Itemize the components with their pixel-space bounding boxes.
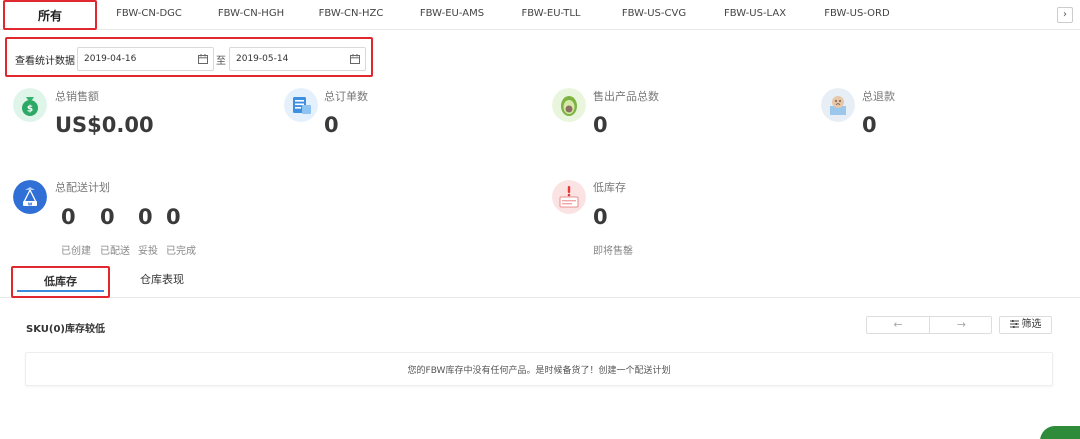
next-page-button[interactable]: → <box>930 317 993 333</box>
products-sold-label: 售出产品总数 <box>593 90 659 103</box>
tab-fbw-cn-dgc[interactable]: FBW-CN-DGC <box>104 0 194 30</box>
end-date-value: 2019-05-14 <box>236 54 289 64</box>
total-refunds-value: 0 <box>862 113 877 137</box>
total-orders-label: 总订单数 <box>324 90 368 103</box>
tab-fbw-us-cvg[interactable]: FBW-US-CVG <box>609 0 699 30</box>
tabs-next-button[interactable]: › <box>1057 7 1073 23</box>
tab-warehouse-performance[interactable]: 仓库表现 <box>120 266 204 298</box>
shipping-shipped-label: 已配送 <box>100 246 130 257</box>
total-orders-value: 0 <box>324 113 339 137</box>
shipping-completed-label: 已完成 <box>166 246 196 257</box>
tab-fbw-cn-hzc[interactable]: FBW-CN-HZC <box>306 0 396 30</box>
avocado-icon <box>552 88 586 122</box>
tab-fbw-eu-ams[interactable]: FBW-EU-AMS <box>407 0 497 30</box>
empty-state-message: 您的FBW库存中没有任何产品。是时候备货了！创建一个配送计划 <box>407 366 671 376</box>
help-chat-button[interactable] <box>1040 426 1080 439</box>
tab-fbw-eu-tll[interactable]: FBW-EU-TLL <box>506 0 596 30</box>
low-stock-alert-icon <box>552 180 586 214</box>
money-bag-icon: $ <box>13 88 47 122</box>
low-stock-value: 0 <box>593 205 608 229</box>
shipping-delivered-label: 妥投 <box>138 246 158 257</box>
shipping-created-label: 已创建 <box>61 246 91 257</box>
shipping-delivered-value: 0 <box>138 205 153 229</box>
active-tab-indicator <box>17 290 104 292</box>
date-filter: 查看统计数据 2019-04-16 至 2019-05-14 <box>5 37 373 77</box>
prev-page-button[interactable]: ← <box>867 317 930 333</box>
shipping-created-value: 0 <box>61 205 76 229</box>
tab-all[interactable]: 所有 <box>3 0 97 30</box>
filter-button[interactable]: 筛选 <box>999 316 1052 334</box>
shipping-plans-label: 总配送计划 <box>55 181 110 194</box>
order-list-icon <box>284 88 318 122</box>
start-date-value: 2019-04-16 <box>84 54 137 64</box>
tab-low-stock[interactable]: 低库存 <box>11 266 110 298</box>
sku-section-title: SKU(0)库存较低 <box>26 324 105 335</box>
tab-fbw-us-ord[interactable]: FBW-US-ORD <box>812 0 902 30</box>
warehouse-tab-bar: 所有 FBW-CN-DGC FBW-CN-HGH FBW-CN-HZC FBW-… <box>0 0 1080 30</box>
total-sales-label: 总销售额 <box>55 90 99 103</box>
tab-low-stock-label: 低库存 <box>44 275 77 288</box>
delivery-icon: w <box>13 180 47 214</box>
filter-button-label: 筛选 <box>1021 319 1042 330</box>
calendar-icon <box>198 54 208 64</box>
tab-fbw-us-lax[interactable]: FBW-US-LAX <box>710 0 800 30</box>
total-sales-value: US$0.00 <box>55 113 154 137</box>
svg-text:w: w <box>28 202 33 208</box>
tab-fbw-cn-hgh[interactable]: FBW-CN-HGH <box>206 0 296 30</box>
end-date-input[interactable]: 2019-05-14 <box>229 47 366 71</box>
date-separator: 至 <box>216 56 226 67</box>
low-stock-label: 低库存 <box>593 181 626 194</box>
products-sold-value: 0 <box>593 113 608 137</box>
low-stock-sublabel: 即将售罄 <box>593 246 633 257</box>
refund-box-icon <box>821 88 855 122</box>
date-filter-label: 查看统计数据 <box>15 56 75 67</box>
filter-sliders-icon <box>1009 320 1019 328</box>
shipping-completed-value: 0 <box>166 205 181 229</box>
shipping-shipped-value: 0 <box>100 205 115 229</box>
pagination: ← → <box>866 316 992 334</box>
start-date-input[interactable]: 2019-04-16 <box>77 47 214 71</box>
svg-text:$: $ <box>27 105 33 115</box>
total-refunds-label: 总退款 <box>862 90 895 103</box>
calendar-icon <box>350 54 360 64</box>
section-tab-bar: 低库存 仓库表现 <box>0 266 1080 298</box>
empty-state: 您的FBW库存中没有任何产品。是时候备货了！创建一个配送计划 <box>25 352 1053 386</box>
